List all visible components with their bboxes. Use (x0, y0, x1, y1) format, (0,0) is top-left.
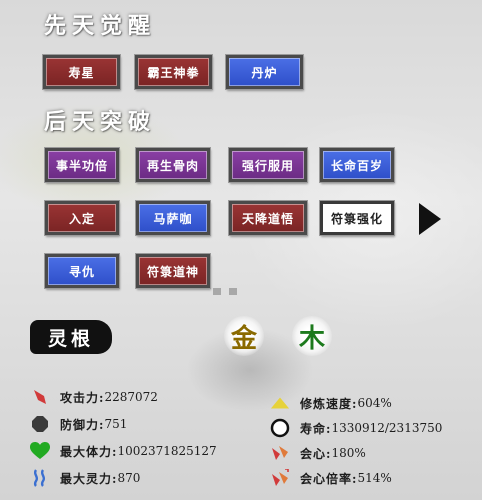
skill-button-bawang-shenquan[interactable]: 霸王神拳 (134, 54, 213, 90)
skill-button-tianjiang-daowu[interactable]: 天降道悟 (228, 200, 308, 236)
skill-button-ruding[interactable]: 入定 (44, 200, 120, 236)
skill-button-shiban-gongbei[interactable]: 事半功倍 (44, 147, 120, 183)
element-wood: 木 (292, 316, 332, 356)
stat-defense: 防御力: 751 (30, 414, 127, 434)
skill-button-masaka[interactable]: 马萨咖 (135, 200, 211, 236)
innate-section-title: 先天觉醒 (44, 13, 157, 39)
lifespan-circle-icon (270, 418, 290, 438)
stat-crit: 会心: 180% (270, 443, 366, 463)
stat-lifespan: 寿命: 1330912/2313750 (270, 418, 442, 438)
heart-icon (30, 441, 50, 461)
page-dot[interactable] (213, 288, 221, 295)
page-indicator (213, 288, 237, 295)
stat-crit-multiplier: 会心倍率: 514% (270, 468, 392, 488)
sword-icon (30, 387, 50, 407)
next-page-arrow-icon[interactable] (419, 203, 441, 235)
stat-attack: 攻击力: 2287072 (30, 387, 158, 407)
skill-button-zaisheng-gurou[interactable]: 再生骨肉 (135, 147, 211, 183)
skill-button-fulu-daoshen[interactable]: 符箓道神 (135, 253, 211, 289)
skill-button-xunchou[interactable]: 寻仇 (44, 253, 120, 289)
skill-button-danlu[interactable]: 丹炉 (225, 54, 304, 90)
element-metal: 金 (224, 316, 264, 356)
stat-max-spirit: 最大灵力: 870 (30, 468, 140, 488)
skill-button-qiangxing-fuyong[interactable]: 强行服用 (228, 147, 308, 183)
shield-icon (30, 414, 50, 434)
stat-cultivation-speed: 修炼速度: 604% (270, 393, 392, 413)
skill-button-fulu-qianghua[interactable]: 符箓强化 (319, 200, 395, 236)
page-dot[interactable] (229, 288, 237, 295)
speed-triangle-icon (270, 393, 290, 413)
crit-icon (270, 443, 290, 463)
acquired-section-title: 后天突破 (44, 109, 157, 135)
crit-multiplier-icon (270, 468, 290, 488)
skill-button-shouxing[interactable]: 寿星 (42, 54, 121, 90)
spirit-wave-icon (30, 468, 50, 488)
spirit-root-label: 灵根 (30, 320, 112, 354)
stat-max-hp: 最大体力: 1002371825127 (30, 441, 217, 461)
skill-button-changming-baisui[interactable]: 长命百岁 (319, 147, 395, 183)
